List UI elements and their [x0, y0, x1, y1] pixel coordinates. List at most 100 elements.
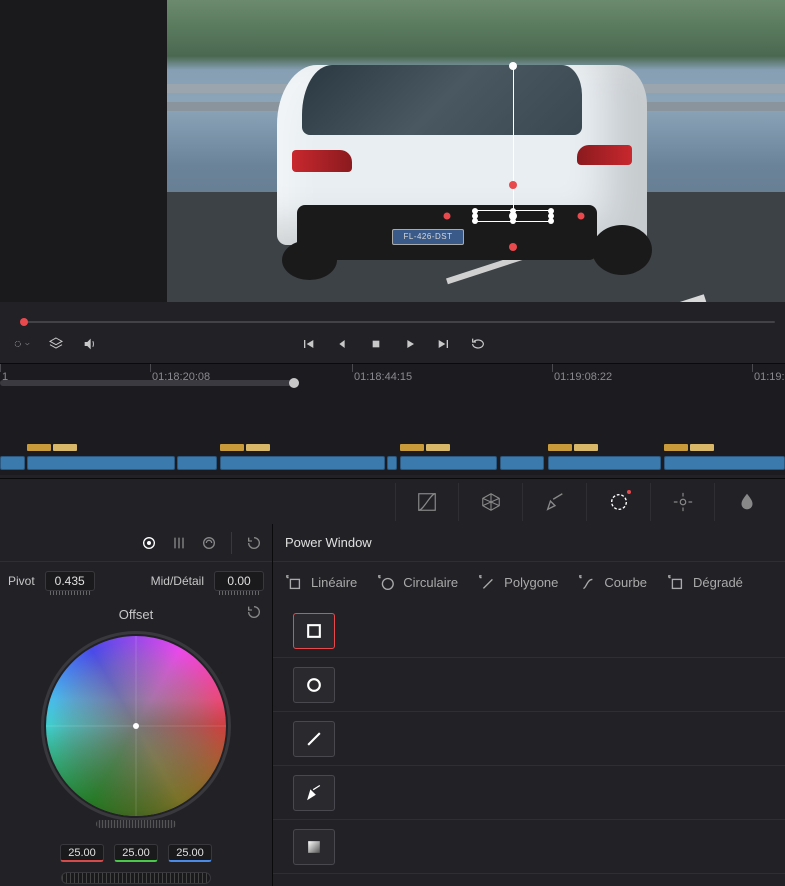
pw-red-anchor-top[interactable]: [509, 181, 517, 189]
mid-detail-label: Mid/Détail: [151, 574, 204, 588]
timeline-clip[interactable]: [548, 456, 661, 470]
offset-color-wheel[interactable]: [46, 636, 226, 816]
offset-label: Offset: [119, 607, 153, 622]
mid-detail-value[interactable]: 0.00: [214, 571, 264, 591]
pw-item-circle[interactable]: [273, 658, 785, 712]
pw-softness-left[interactable]: [444, 213, 451, 220]
annotation-mode-dropdown[interactable]: [14, 336, 30, 352]
tab-tracker[interactable]: [651, 483, 715, 521]
pivot-label: Pivot: [8, 574, 35, 588]
timecode-tick: [150, 364, 151, 372]
y-jog-wheel[interactable]: [61, 872, 211, 884]
pw-item-linear[interactable]: [273, 604, 785, 658]
viewer-scrubber[interactable]: [20, 321, 775, 323]
reset-all-button[interactable]: [246, 535, 262, 551]
pw-item-polygon[interactable]: [273, 712, 785, 766]
timeline-playhead-range[interactable]: [0, 380, 295, 386]
pw-thumb-linear-icon[interactable]: [293, 613, 335, 649]
reset-offset-button[interactable]: [246, 604, 262, 620]
color-wheel-panel: Pivot 0.435 Mid/Détail 0.00 Offset 25.00…: [0, 524, 273, 886]
transport-toolbar: [0, 328, 785, 360]
tab-qualifier[interactable]: [523, 483, 587, 521]
panel-title: Power Window: [273, 524, 785, 562]
wheel-mode-primary[interactable]: [141, 535, 157, 551]
timecode-ruler[interactable]: 101:18:20:0801:18:44:1501:19:08:2201:19:…: [0, 364, 785, 390]
step-back-button[interactable]: [330, 332, 354, 356]
tab-power-window[interactable]: [587, 483, 651, 521]
viewer-image[interactable]: FL-426-DST: [167, 0, 785, 302]
pw-handle[interactable]: [510, 218, 516, 224]
pw-thumb-curve-icon[interactable]: [293, 775, 335, 811]
add-circle-button[interactable]: Circulaire: [377, 574, 458, 592]
play-button[interactable]: [398, 332, 422, 356]
clip-marker[interactable]: [548, 444, 572, 451]
clip-marker[interactable]: [574, 444, 598, 451]
pw-item-gradient[interactable]: [273, 820, 785, 874]
offset-b-value[interactable]: 25.00: [168, 844, 212, 862]
timecode-tick: [0, 364, 1, 372]
add-gradient-button[interactable]: Dégradé: [667, 574, 743, 592]
pw-thumb-polygon-icon[interactable]: [293, 721, 335, 757]
pw-thumb-circle-icon[interactable]: [293, 667, 335, 703]
clip-marker[interactable]: [27, 444, 51, 451]
offset-r-value[interactable]: 25.00: [60, 844, 104, 862]
pw-handle[interactable]: [548, 213, 554, 219]
clip-marker[interactable]: [664, 444, 688, 451]
prev-clip-button[interactable]: [296, 332, 320, 356]
pivot-value[interactable]: 0.435: [45, 571, 95, 591]
timecode-label: 01:19:3: [754, 371, 785, 383]
offset-g-value[interactable]: 25.00: [114, 844, 158, 862]
timeline-clip[interactable]: [27, 456, 175, 470]
pw-rotation-handle-line[interactable]: [513, 66, 514, 211]
clip-marker[interactable]: [246, 444, 270, 451]
loop-button[interactable]: [466, 332, 490, 356]
pw-rotation-handle[interactable]: [509, 62, 517, 70]
timeline-clip[interactable]: [220, 456, 385, 470]
audio-icon[interactable]: [82, 336, 98, 352]
pw-red-anchor-bottom[interactable]: [509, 243, 517, 251]
timeline-clip[interactable]: [500, 456, 544, 470]
tab-curves[interactable]: [395, 483, 459, 521]
timeline-clip[interactable]: [400, 456, 497, 470]
pw-rect-shape[interactable]: [474, 210, 552, 222]
timecode-tick: [552, 364, 553, 372]
clip-marker[interactable]: [400, 444, 424, 451]
timecode-tick: [752, 364, 753, 372]
timeline-markers: [0, 444, 785, 452]
timeline-clip[interactable]: [177, 456, 217, 470]
color-tool-tabs: [0, 478, 785, 524]
pw-handle[interactable]: [510, 208, 516, 214]
pw-item-curve[interactable]: [273, 766, 785, 820]
wheel-mode-bars[interactable]: [201, 535, 217, 551]
clip-marker[interactable]: [426, 444, 450, 451]
pw-handle[interactable]: [472, 213, 478, 219]
scrubber-playhead[interactable]: [20, 318, 28, 326]
timeline-clip[interactable]: [387, 456, 397, 470]
timeline-panel[interactable]: 101:18:20:0801:18:44:1501:19:08:2201:19:…: [0, 363, 785, 475]
layers-icon[interactable]: [48, 336, 64, 352]
timecode-label: 01:18:20:08: [152, 371, 210, 383]
master-jog[interactable]: [96, 820, 176, 828]
color-wheel-indicator[interactable]: [133, 723, 139, 729]
clip-marker[interactable]: [690, 444, 714, 451]
clip-marker[interactable]: [53, 444, 77, 451]
timeline-clips[interactable]: [0, 456, 785, 472]
tab-blur[interactable]: [715, 483, 779, 521]
next-clip-button[interactable]: [432, 332, 456, 356]
viewer-panel: FL-426-DST: [0, 0, 785, 302]
timecode-label: 01:18:44:15: [354, 371, 412, 383]
add-curve-button[interactable]: Courbe: [578, 574, 647, 592]
timeline-clip[interactable]: [0, 456, 25, 470]
wheel-mode-log[interactable]: [171, 535, 187, 551]
timeline-playhead[interactable]: [289, 378, 299, 388]
clip-marker[interactable]: [220, 444, 244, 451]
pw-softness-right[interactable]: [578, 213, 585, 220]
power-window-panel: Power Window Linéaire Circulaire Polygon…: [273, 524, 785, 886]
pw-thumb-gradient-icon[interactable]: [293, 829, 335, 865]
add-polygon-button[interactable]: Polygone: [478, 574, 558, 592]
stop-button[interactable]: [364, 332, 388, 356]
timeline-clip[interactable]: [664, 456, 785, 470]
tab-warper[interactable]: [459, 483, 523, 521]
add-linear-button[interactable]: Linéaire: [285, 574, 357, 592]
timecode-label: 1: [2, 371, 8, 383]
